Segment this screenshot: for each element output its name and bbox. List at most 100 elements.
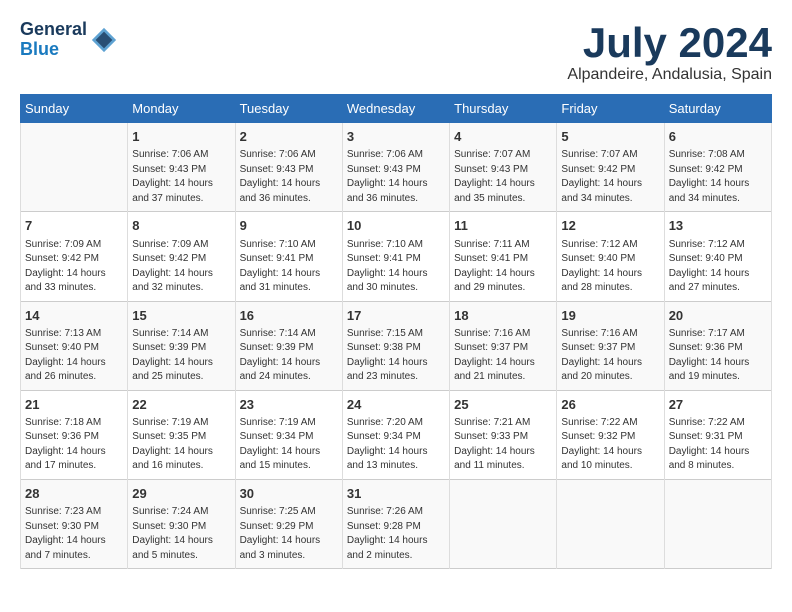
calendar-cell: 29 Sunrise: 7:24 AM Sunset: 9:30 PM Dayli… [128,479,235,568]
day-number: 11 [454,217,552,235]
calendar-week-row: 14Sunrise: 7:13 AM Sunset: 9:40 PM Dayli… [21,301,772,390]
calendar-cell: 9 Sunrise: 7:10 AM Sunset: 9:41 PM Daylig… [235,212,342,301]
day-number: 2 [240,128,338,146]
day-number: 23 [240,396,338,414]
calendar-table: SundayMondayTuesdayWednesdayThursdayFrid… [20,94,772,569]
day-number: 7 [25,217,123,235]
cell-content: Sunrise: 7:20 AM Sunset: 9:34 PM Dayligh… [347,416,445,474]
calendar-cell: 5 Sunrise: 7:07 AM Sunset: 9:42 PM Daylig… [557,123,664,212]
day-number: 1 [132,128,230,146]
cell-content: Sunrise: 7:19 AM Sunset: 9:34 PM Dayligh… [240,416,338,474]
calendar-cell [450,479,557,568]
day-number: 26 [561,396,659,414]
day-number: 22 [132,396,230,414]
calendar-cell: 12 Sunrise: 7:12 AM Sunset: 9:40 PM Dayli… [557,212,664,301]
calendar-cell [557,479,664,568]
logo-text: GeneralBlue [20,20,87,60]
cell-content: Sunrise: 7:21 AM Sunset: 9:33 PM Dayligh… [454,416,552,474]
calendar-cell: 30 Sunrise: 7:25 AM Sunset: 9:29 PM Dayli… [235,479,342,568]
calendar-cell: 19Sunrise: 7:16 AM Sunset: 9:37 PM Dayli… [557,301,664,390]
day-number: 24 [347,396,445,414]
calendar-cell: 16 Sunrise: 7:14 AM Sunset: 9:39 PM Dayli… [235,301,342,390]
cell-content: Sunrise: 7:08 AM Sunset: 9:42 PM Dayligh… [669,148,767,206]
day-of-week-header: Wednesday [342,95,449,123]
calendar-cell: 4 Sunrise: 7:07 AM Sunset: 9:43 PM Daylig… [450,123,557,212]
calendar-cell: 17Sunrise: 7:15 AM Sunset: 9:38 PM Dayli… [342,301,449,390]
cell-content: Sunrise: 7:23 AM Sunset: 9:30 PM Dayligh… [25,505,123,563]
calendar-cell: 24 Sunrise: 7:20 AM Sunset: 9:34 PM Dayli… [342,390,449,479]
calendar-cell: 25 Sunrise: 7:21 AM Sunset: 9:33 PM Dayli… [450,390,557,479]
cell-content: Sunrise: 7:07 AM Sunset: 9:43 PM Dayligh… [454,148,552,206]
day-number: 30 [240,485,338,503]
day-number: 29 [132,485,230,503]
cell-content: Sunrise: 7:24 AM Sunset: 9:30 PM Dayligh… [132,505,230,563]
calendar-cell: 15 Sunrise: 7:14 AM Sunset: 9:39 PM Dayli… [128,301,235,390]
cell-content: Sunrise: 7:14 AM Sunset: 9:39 PM Dayligh… [240,327,338,385]
calendar-cell: 8Sunrise: 7:09 AM Sunset: 9:42 PM Daylig… [128,212,235,301]
cell-content: Sunrise: 7:12 AM Sunset: 9:40 PM Dayligh… [561,238,659,296]
logo-icon [90,26,118,54]
day-number: 6 [669,128,767,146]
calendar-cell: 28 Sunrise: 7:23 AM Sunset: 9:30 PM Dayli… [21,479,128,568]
cell-content: Sunrise: 7:16 AM Sunset: 9:37 PM Dayligh… [454,327,552,385]
location: Alpandeire, Andalusia, Spain [567,66,772,84]
cell-content: Sunrise: 7:10 AM Sunset: 9:41 PM Dayligh… [240,238,338,296]
calendar-cell: 23 Sunrise: 7:19 AM Sunset: 9:34 PM Dayli… [235,390,342,479]
cell-content: Sunrise: 7:06 AM Sunset: 9:43 PM Dayligh… [240,148,338,206]
day-number: 18 [454,307,552,325]
calendar-week-row: 1 Sunrise: 7:06 AM Sunset: 9:43 PM Daylig… [21,123,772,212]
day-number: 5 [561,128,659,146]
cell-content: Sunrise: 7:09 AM Sunset: 9:42 PM Dayligh… [132,238,230,296]
calendar-cell: 14Sunrise: 7:13 AM Sunset: 9:40 PM Dayli… [21,301,128,390]
calendar-week-row: 28 Sunrise: 7:23 AM Sunset: 9:30 PM Dayli… [21,479,772,568]
calendar-cell: 18 Sunrise: 7:16 AM Sunset: 9:37 PM Dayli… [450,301,557,390]
day-number: 4 [454,128,552,146]
calendar-cell: 13 Sunrise: 7:12 AM Sunset: 9:40 PM Dayli… [664,212,771,301]
day-number: 20 [669,307,767,325]
cell-content: Sunrise: 7:14 AM Sunset: 9:39 PM Dayligh… [132,327,230,385]
calendar-cell [664,479,771,568]
day-number: 31 [347,485,445,503]
page-header: GeneralBlue July 2024 Alpandeire, Andalu… [20,20,772,84]
calendar-week-row: 21Sunrise: 7:18 AM Sunset: 9:36 PM Dayli… [21,390,772,479]
title-block: July 2024 Alpandeire, Andalusia, Spain [567,20,772,84]
cell-content: Sunrise: 7:22 AM Sunset: 9:32 PM Dayligh… [561,416,659,474]
calendar-cell: 21Sunrise: 7:18 AM Sunset: 9:36 PM Dayli… [21,390,128,479]
day-number: 28 [25,485,123,503]
cell-content: Sunrise: 7:07 AM Sunset: 9:42 PM Dayligh… [561,148,659,206]
day-number: 3 [347,128,445,146]
month-title: July 2024 [567,20,772,66]
day-number: 10 [347,217,445,235]
day-number: 12 [561,217,659,235]
cell-content: Sunrise: 7:25 AM Sunset: 9:29 PM Dayligh… [240,505,338,563]
day-number: 13 [669,217,767,235]
calendar-cell: 2 Sunrise: 7:06 AM Sunset: 9:43 PM Daylig… [235,123,342,212]
day-of-week-header: Thursday [450,95,557,123]
calendar-cell: 3Sunrise: 7:06 AM Sunset: 9:43 PM Daylig… [342,123,449,212]
day-of-week-header: Friday [557,95,664,123]
calendar-cell: 1Sunrise: 7:06 AM Sunset: 9:43 PM Daylig… [128,123,235,212]
day-of-week-header: Saturday [664,95,771,123]
day-number: 25 [454,396,552,414]
day-of-week-header: Tuesday [235,95,342,123]
calendar-header-row: SundayMondayTuesdayWednesdayThursdayFrid… [21,95,772,123]
day-number: 9 [240,217,338,235]
day-number: 15 [132,307,230,325]
cell-content: Sunrise: 7:18 AM Sunset: 9:36 PM Dayligh… [25,416,123,474]
cell-content: Sunrise: 7:15 AM Sunset: 9:38 PM Dayligh… [347,327,445,385]
cell-content: Sunrise: 7:12 AM Sunset: 9:40 PM Dayligh… [669,238,767,296]
calendar-cell: 7 Sunrise: 7:09 AM Sunset: 9:42 PM Daylig… [21,212,128,301]
logo: GeneralBlue [20,20,118,60]
cell-content: Sunrise: 7:22 AM Sunset: 9:31 PM Dayligh… [669,416,767,474]
day-number: 19 [561,307,659,325]
cell-content: Sunrise: 7:17 AM Sunset: 9:36 PM Dayligh… [669,327,767,385]
calendar-week-row: 7 Sunrise: 7:09 AM Sunset: 9:42 PM Daylig… [21,212,772,301]
day-number: 16 [240,307,338,325]
cell-content: Sunrise: 7:09 AM Sunset: 9:42 PM Dayligh… [25,238,123,296]
calendar-cell: 27Sunrise: 7:22 AM Sunset: 9:31 PM Dayli… [664,390,771,479]
day-of-week-header: Monday [128,95,235,123]
calendar-cell: 22Sunrise: 7:19 AM Sunset: 9:35 PM Dayli… [128,390,235,479]
calendar-cell: 11 Sunrise: 7:11 AM Sunset: 9:41 PM Dayli… [450,212,557,301]
cell-content: Sunrise: 7:11 AM Sunset: 9:41 PM Dayligh… [454,238,552,296]
calendar-cell: 6 Sunrise: 7:08 AM Sunset: 9:42 PM Daylig… [664,123,771,212]
